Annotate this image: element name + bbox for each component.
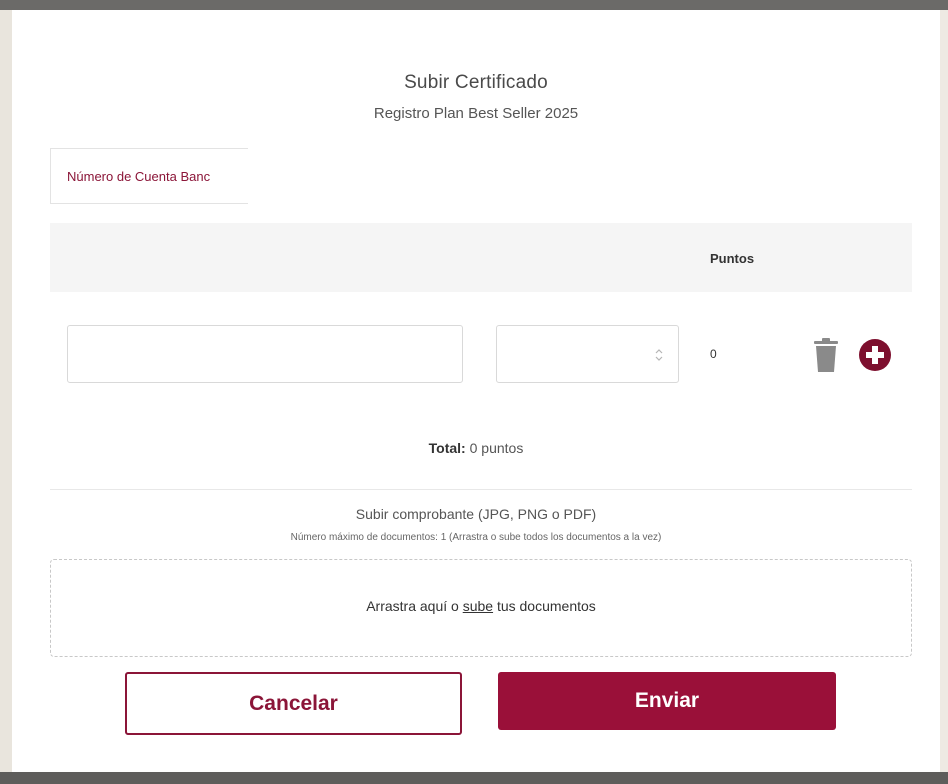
plus-circle-icon[interactable]	[858, 338, 892, 372]
upload-hint: Número máximo de documentos: 1 (Arrastra…	[290, 532, 662, 543]
cancel-button[interactable]: Cancelar	[125, 672, 462, 735]
points-column-header: Puntos	[710, 251, 755, 266]
bank-account-label: Número de Cuenta Banc	[67, 169, 211, 184]
total-summary: Total: 0 puntos	[12, 440, 940, 456]
dropzone-prefix: Arrastra aquí o	[366, 598, 463, 614]
total-value: 0 puntos	[465, 440, 524, 456]
spinner-icon[interactable]	[654, 347, 664, 363]
modal-title: Subir Certificado	[404, 72, 548, 93]
send-button[interactable]: Enviar	[498, 672, 836, 730]
bank-account-field[interactable]: Número de Cuenta Banc	[50, 148, 248, 204]
quantity-stepper[interactable]	[496, 325, 679, 383]
upload-certificate-modal: Subir Certificado Registro Plan Best Sel…	[12, 10, 940, 772]
window-left-border	[0, 10, 12, 772]
dropzone-suffix: tus documentos	[493, 598, 596, 614]
file-dropzone[interactable]: Arrastra aquí o sube tus documentos	[50, 559, 912, 657]
window-bottom-border	[0, 772, 948, 784]
row-points-value: 0	[710, 347, 717, 361]
table-header: Puntos	[50, 223, 912, 292]
section-divider	[50, 489, 912, 490]
total-label: Total:	[428, 440, 466, 456]
trash-icon[interactable]	[812, 337, 840, 373]
upload-title: Subir comprobante (JPG, PNG o PDF)	[355, 506, 597, 522]
product-input[interactable]	[67, 325, 463, 383]
window-top-border	[0, 0, 948, 10]
upload-link[interactable]: sube	[463, 598, 493, 614]
modal-subtitle: Registro Plan Best Seller 2025	[373, 105, 579, 122]
dropzone-text: Arrastra aquí o sube tus documentos	[51, 598, 911, 614]
